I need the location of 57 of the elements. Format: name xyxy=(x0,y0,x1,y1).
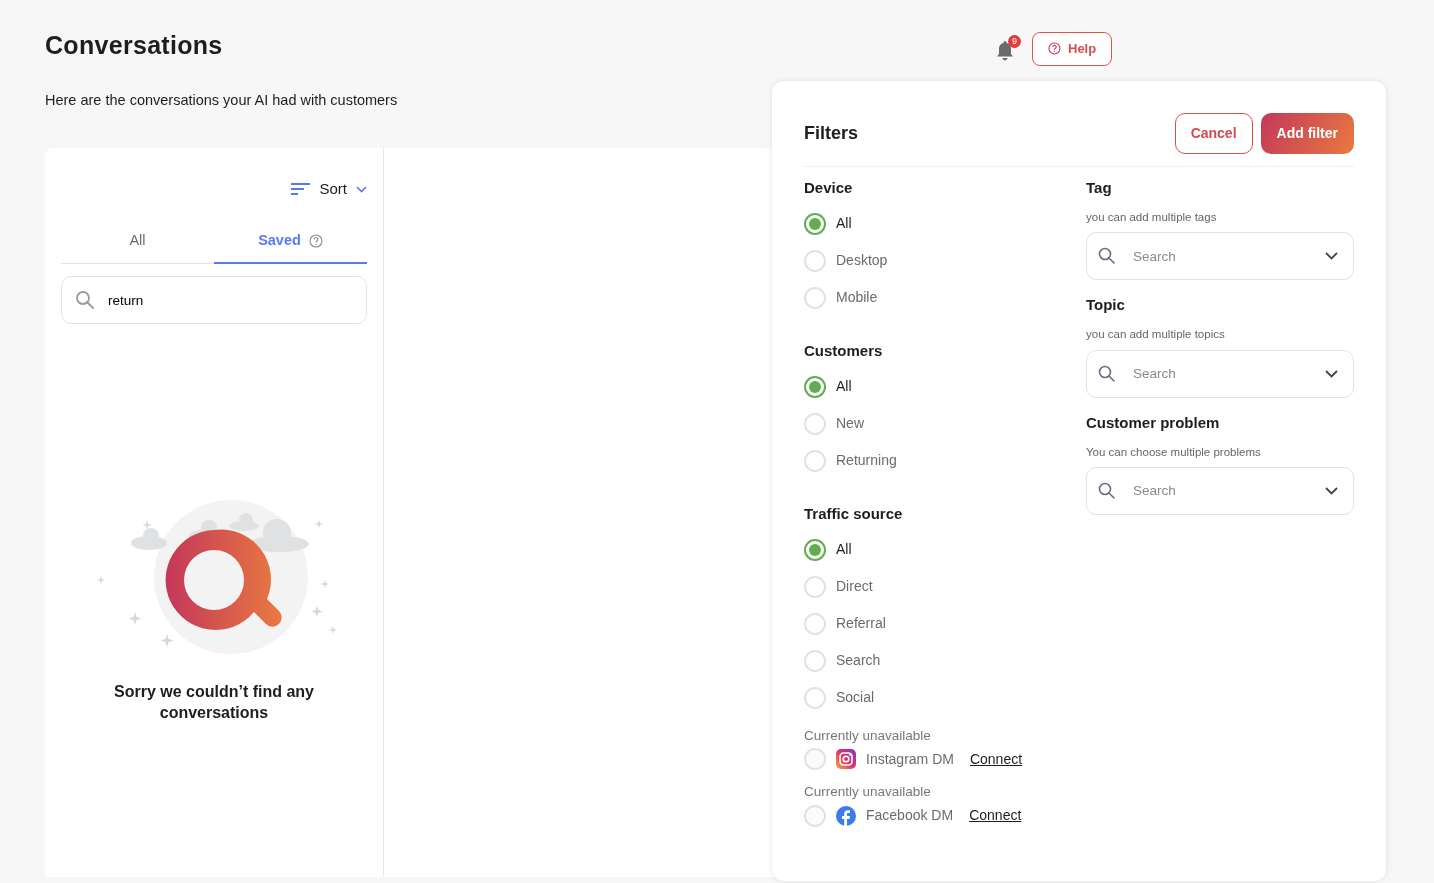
tab[interactable]: All xyxy=(61,226,214,264)
option-label: Mobile xyxy=(836,288,878,307)
option-label: Returning xyxy=(836,451,897,470)
option-label: Instagram DM xyxy=(866,749,954,769)
search-dropdown[interactable]: Search xyxy=(1086,349,1354,398)
radio-button[interactable] xyxy=(804,212,826,235)
sort-lines-icon xyxy=(291,183,311,195)
field-title: Topic xyxy=(1086,296,1126,315)
group-title: Traffic source xyxy=(804,505,904,523)
option-label: Social xyxy=(836,688,875,707)
notification-badge: 9 xyxy=(1008,34,1021,48)
option-label: Referral xyxy=(836,614,886,633)
empty-state-message: Sorry we couldn’t find any conversations xyxy=(113,682,315,723)
chevron-down-icon xyxy=(1325,369,1338,378)
camera-logo-icon xyxy=(836,749,856,770)
chevron-down-icon xyxy=(356,185,367,193)
search-icon xyxy=(1098,481,1115,499)
search-dropdown[interactable]: Search xyxy=(1086,466,1354,515)
search-icon xyxy=(75,290,95,310)
option-label: All xyxy=(836,214,852,233)
search-icon xyxy=(1098,247,1115,265)
connect-link[interactable]: Connect xyxy=(969,748,1023,770)
option-label: All xyxy=(836,377,852,396)
field-hint: you can add multiple tags xyxy=(1086,210,1218,225)
connect-link[interactable]: Connect xyxy=(969,805,1022,826)
option-label: Facebook DM xyxy=(866,806,954,825)
radio-button[interactable] xyxy=(804,375,826,398)
option-label: Search xyxy=(836,651,881,670)
group-title: Device xyxy=(804,179,854,197)
page-title: Conversations xyxy=(45,30,223,60)
help-icon xyxy=(1048,42,1061,56)
tab[interactable]: Saved xyxy=(214,226,367,264)
bell-icon[interactable] xyxy=(996,39,1014,62)
help-button[interactable]: Help xyxy=(1032,32,1113,66)
search-field[interactable]: return xyxy=(61,276,367,324)
chevron-down-icon xyxy=(1325,252,1338,261)
field-hint: You can choose multiple problems xyxy=(1086,444,1262,460)
search-dropdown[interactable]: Search xyxy=(1086,232,1354,281)
option-label: Desktop xyxy=(836,251,888,270)
sort-button[interactable]: Sort xyxy=(291,177,367,201)
field-hint: you can add multiple topics xyxy=(1086,327,1226,343)
radio-button[interactable] xyxy=(804,538,826,561)
option-label: Direct xyxy=(836,577,873,596)
unavailable-note: Currently unavailable xyxy=(804,727,932,745)
field-title: Tag xyxy=(1086,179,1113,197)
option-label: All xyxy=(836,540,852,559)
add-filter-button[interactable]: Add filter xyxy=(1260,113,1354,154)
cancel-button[interactable]: Cancel xyxy=(1174,113,1253,154)
unavailable-note: Currently unavailable xyxy=(804,783,932,802)
option-label: New xyxy=(836,414,864,433)
chevron-down-icon xyxy=(1325,486,1338,495)
filters-title: Filters xyxy=(804,122,859,145)
search-icon xyxy=(1098,364,1115,382)
field-title: Customer problem xyxy=(1086,413,1221,432)
page-subtitle: Here are the conversations your AI had with customers xyxy=(45,91,399,110)
group-title: Customers xyxy=(804,342,884,360)
f-logo-icon xyxy=(836,805,856,826)
